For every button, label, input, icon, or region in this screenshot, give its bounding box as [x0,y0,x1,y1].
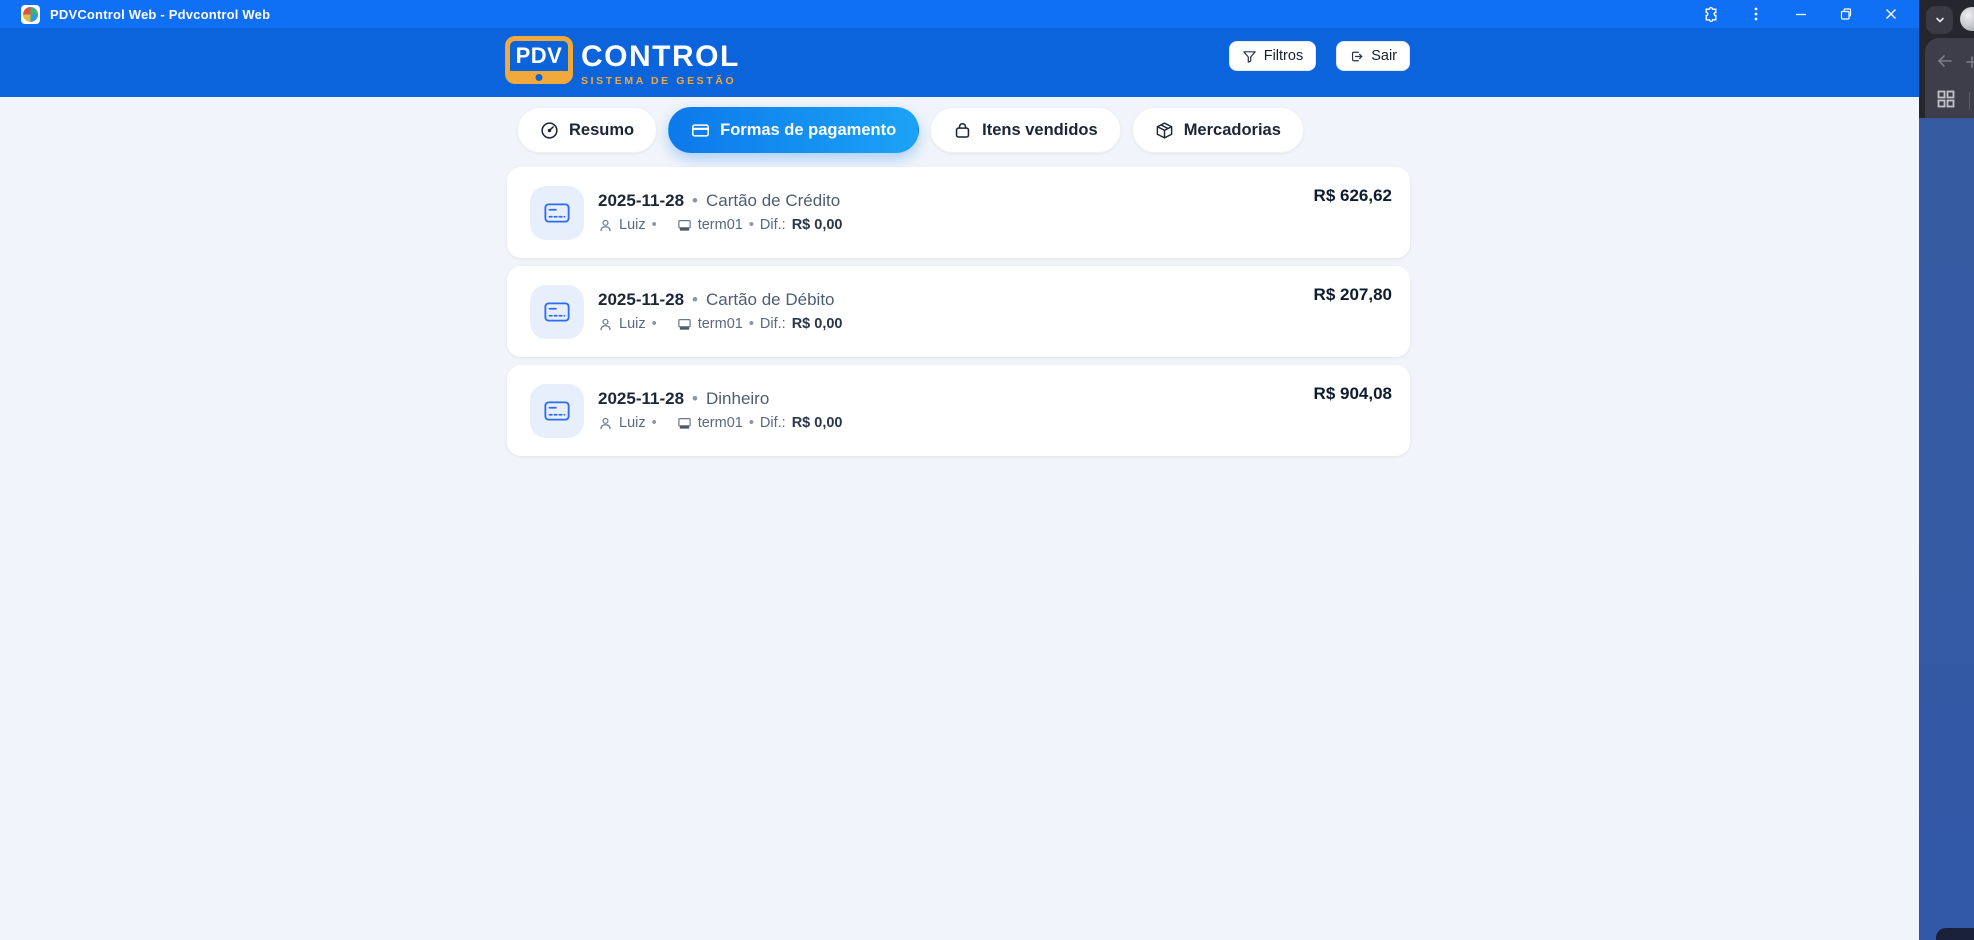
tab-resumo[interactable]: Resumo [517,107,657,153]
profile-globe-icon[interactable] [1960,7,1974,31]
payment-method-icon-box [530,285,584,339]
gauge-icon [540,121,559,140]
payment-date: 2025-11-28 [598,290,684,310]
separator-bullet: • [652,217,657,234]
separator-bullet: • [652,316,657,333]
app-header: PDV CONTROL SISTEMA DE GESTÃO Filtros Sa… [0,28,1919,97]
back-arrow-icon[interactable] [1936,53,1954,72]
diff-label: Dif.: [760,316,786,333]
exit-label: Sair [1371,48,1397,64]
filter-icon [1242,49,1257,64]
exit-button[interactable]: Sair [1336,41,1410,71]
minimize-icon[interactable] [1778,0,1823,28]
package-icon [1155,121,1174,140]
logo-tagline: SISTEMA DE GESTÃO [581,75,740,87]
diff-value: R$ 0,00 [792,316,843,333]
payment-method: Dinheiro [706,389,769,409]
operator-name: Luiz [619,415,646,432]
monitor-icon [677,218,692,233]
logo-control-text: CONTROL [581,42,740,72]
tab-itens-vendidos[interactable]: Itens vendidos [930,107,1121,153]
separator-bullet: • [692,290,698,310]
tab-label: Formas de pagamento [720,121,896,140]
sidebar-panel [1925,38,1974,118]
filters-button[interactable]: Filtros [1229,41,1316,71]
diff-label: Dif.: [760,415,786,432]
payment-method-icon-box [530,384,584,438]
diff-value: R$ 0,00 [792,415,843,432]
plus-icon[interactable] [1965,55,1974,69]
operator-name: Luiz [619,316,646,333]
payment-row[interactable]: 2025-11-28 • Cartão de Crédito Luiz • te… [507,167,1410,258]
monitor-icon [677,416,692,431]
payments-list: 2025-11-28 • Cartão de Crédito Luiz • te… [507,167,1410,456]
terminal-name: term01 [698,316,743,333]
kebab-menu-icon[interactable] [1733,0,1778,28]
logout-icon [1349,49,1364,64]
background-window-edge [1919,0,1974,940]
person-icon [598,218,613,233]
separator-bullet: • [692,389,698,409]
app-favicon-icon [21,5,40,24]
extensions-icon[interactable] [1688,0,1733,28]
separator-bullet: • [749,415,754,432]
tab-label: Resumo [569,121,634,140]
payment-amount: R$ 904,08 [1314,384,1392,404]
window-titlebar[interactable]: PDVControl Web - Pdvcontrol Web [0,0,1919,28]
monitor-icon [677,317,692,332]
logo-monitor-icon: PDV [505,36,573,84]
separator-bullet: • [692,191,698,211]
payment-method-icon-box [530,186,584,240]
person-icon [598,317,613,332]
window-title: PDVControl Web - Pdvcontrol Web [50,7,270,22]
diff-label: Dif.: [760,217,786,234]
payment-date: 2025-11-28 [598,389,684,409]
shopping-bag-icon [953,121,972,140]
tab-formas-de-pagamento[interactable]: Formas de pagamento [668,107,919,153]
payment-row[interactable]: 2025-11-28 • Cartão de Débito Luiz • ter… [507,266,1410,357]
pdvcontrol-logo: PDV CONTROL SISTEMA DE GESTÃO [505,36,740,87]
terminal-name: term01 [698,217,743,234]
payment-amount: R$ 207,80 [1314,285,1392,305]
separator-bullet: • [749,217,754,234]
payment-row[interactable]: 2025-11-28 • Dinheiro Luiz • term01 • Di… [507,365,1410,456]
tab-label: Itens vendidos [982,121,1098,140]
background-window-corner [1936,928,1974,940]
window-controls [1688,0,1913,28]
operator-name: Luiz [619,217,646,234]
payment-method: Cartão de Crédito [706,191,840,211]
restore-icon[interactable] [1823,0,1868,28]
grid-icon[interactable] [1936,89,1956,112]
credit-card-icon [543,397,571,425]
payment-amount: R$ 626,62 [1314,186,1392,206]
chevron-down-icon[interactable] [1926,6,1953,34]
terminal-name: term01 [698,415,743,432]
header-actions: Filtros Sair [1229,41,1410,71]
panel-divider [1969,92,1971,110]
separator-bullet: • [749,316,754,333]
tab-label: Mercadorias [1184,121,1281,140]
close-icon[interactable] [1868,0,1913,28]
credit-card-icon [543,298,571,326]
person-icon [598,416,613,431]
logo-pdv-text: PDV [516,43,563,69]
credit-card-icon [691,121,710,140]
payment-method: Cartão de Débito [706,290,835,310]
diff-value: R$ 0,00 [792,217,843,234]
tab-mercadorias[interactable]: Mercadorias [1132,107,1304,153]
payment-date: 2025-11-28 [598,191,684,211]
separator-bullet: • [652,415,657,432]
background-window-body [1919,118,1974,940]
report-tabs: Resumo Formas de pagamento Itens vendido… [517,107,1304,153]
credit-card-icon [543,199,571,227]
filters-label: Filtros [1264,48,1303,64]
